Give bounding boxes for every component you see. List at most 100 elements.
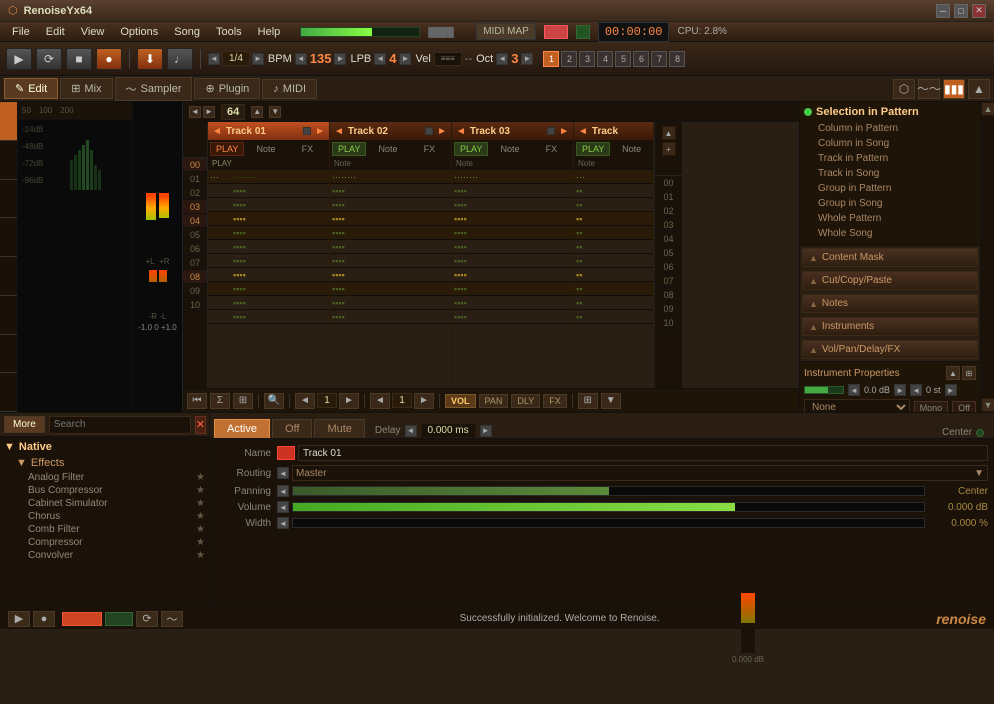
sel-track-song[interactable]: Track in Song <box>804 166 976 181</box>
sel-whole-pattern[interactable]: Whole Pattern <box>804 211 976 226</box>
pan-dec-btn[interactable]: ◄ <box>277 485 289 497</box>
instr-scale-dropdown[interactable]: None <box>804 399 910 412</box>
plugin-search-close[interactable]: ✕ <box>195 416 206 434</box>
track-03-cell-0[interactable]: ········ <box>452 170 573 184</box>
minimize-button[interactable]: ─ <box>936 4 950 18</box>
pat-8[interactable]: 8 <box>669 51 685 67</box>
menu-file[interactable]: File <box>4 24 38 40</box>
vol-dec-btn[interactable]: ◄ <box>277 501 289 513</box>
instruments-header[interactable]: ▲ Instruments <box>803 318 977 335</box>
track-04-cell-1[interactable]: ▪▪ <box>574 184 653 198</box>
cut-copy-paste-header[interactable]: ▲ Cut/Copy/Paste <box>803 272 977 289</box>
tab-plugin[interactable]: ⊕ Plugin <box>194 78 260 99</box>
track-02-cell-4[interactable]: ▪▪▪▪ <box>330 226 451 240</box>
track-01-cell-3[interactable]: ▪▪▪▪ <box>208 212 329 226</box>
pat-7[interactable]: 7 <box>651 51 667 67</box>
pat-2[interactable]: 2 <box>561 51 577 67</box>
right-scroll-up[interactable]: ▲ <box>662 126 676 140</box>
track-02-cell-10[interactable]: ▪▪▪▪ <box>330 310 451 324</box>
track-01-cell-8[interactable]: ▪▪▪▪ <box>208 282 329 296</box>
instr-mono-toggle[interactable]: Mono <box>914 401 949 413</box>
width-slider[interactable] <box>292 518 925 528</box>
piano-key-orange[interactable] <box>0 102 17 141</box>
track-03-cell-5[interactable]: ▪▪▪▪ <box>452 240 573 254</box>
piano-key-4[interactable] <box>0 257 17 296</box>
track-02-mini-btn[interactable] <box>425 127 433 135</box>
menu-help[interactable]: Help <box>250 24 289 40</box>
track-02-cell-0[interactable]: ········ <box>330 170 451 184</box>
scroll-bottom-btn[interactable]: ▼ <box>981 398 994 412</box>
pat-3[interactable]: 3 <box>579 51 595 67</box>
track-01-cell-1[interactable]: ▪▪▪▪ <box>208 184 329 198</box>
track-03-cell-2[interactable]: ▪▪▪▪ <box>452 198 573 212</box>
track-03-cell-3[interactable]: ▪▪▪▪ <box>452 212 573 226</box>
track-02-cell-5[interactable]: ▪▪▪▪ <box>330 240 451 254</box>
track-01-arrow-r[interactable]: ► <box>315 126 325 137</box>
tab-midi[interactable]: ♪ MIDI <box>262 79 317 99</box>
instr-off-toggle[interactable]: Off <box>952 401 976 413</box>
track-01-cell-2[interactable]: ▪▪▪▪ <box>208 198 329 212</box>
track-03-cell-6[interactable]: ▪▪▪▪ <box>452 254 573 268</box>
track-name-input[interactable] <box>298 445 988 461</box>
bt-wave[interactable]: 〜 <box>161 611 183 627</box>
track-02-cell-1[interactable]: ▪▪▪▪ <box>330 184 451 198</box>
track-03-cell-7[interactable]: ▪▪▪▪ <box>452 268 573 282</box>
track-tab-active[interactable]: Active <box>214 419 270 438</box>
track-03-mini-btn[interactable] <box>547 127 555 135</box>
tree-cabinet-sim-star[interactable]: ★ <box>196 498 205 509</box>
fx-button[interactable]: FX <box>543 394 567 408</box>
track-02-play[interactable]: PLAY <box>332 142 366 156</box>
tree-bus-compressor[interactable]: Bus Compressor ★ <box>4 484 205 497</box>
track-color-box[interactable] <box>277 446 295 460</box>
vol-button[interactable]: VOL <box>445 394 476 408</box>
tree-compressor[interactable]: Compressor ★ <box>4 536 205 549</box>
track-03-cell-1[interactable]: ▪▪▪▪ <box>452 184 573 198</box>
track-01-cell-10[interactable]: ▪▪▪▪ <box>208 310 329 324</box>
piano-key-5[interactable] <box>0 296 17 335</box>
track-01-cell-0[interactable]: ··· ········ <box>208 170 329 184</box>
track-02-cell-7[interactable]: ▪▪▪▪ <box>330 268 451 282</box>
routing-dropdown[interactable]: Master ▼ <box>292 465 988 481</box>
instr-st-dec[interactable]: ◄ <box>910 384 922 396</box>
pc-next[interactable]: ► <box>339 393 359 409</box>
content-mask-header[interactable]: ▲ Content Mask <box>803 249 977 266</box>
pan-slider[interactable] <box>292 486 925 496</box>
tab-mix[interactable]: ⊞ Mix <box>60 78 112 99</box>
track-tab-off[interactable]: Off <box>272 419 312 438</box>
track-01-cell-4[interactable]: ▪▪▪▪ <box>208 226 329 240</box>
track-04-cell-3[interactable]: ▪▪ <box>574 212 653 226</box>
track-01-play[interactable]: PLAY <box>210 142 244 156</box>
track-02-arrow-r[interactable]: ► <box>437 126 447 137</box>
instr-st-inc[interactable]: ► <box>945 384 957 396</box>
scroll-track-right[interactable] <box>981 116 994 398</box>
pc-collapse[interactable]: ▼ <box>601 393 621 409</box>
sel-whole-song[interactable]: Whole Song <box>804 226 976 241</box>
track-01-cell-6[interactable]: ▪▪▪▪ <box>208 254 329 268</box>
bpm-dec[interactable]: ◄ <box>295 53 307 65</box>
vol-slider[interactable] <box>292 502 925 512</box>
nav-left[interactable]: ◄ <box>208 53 220 65</box>
pc-btn-1[interactable]: ⏮ <box>187 393 207 409</box>
menu-edit[interactable]: Edit <box>38 24 73 40</box>
track-04-cell-2[interactable]: ▪▪ <box>574 198 653 212</box>
track-01-arrow[interactable]: ◄ <box>212 126 222 137</box>
delay-dec[interactable]: ◄ <box>405 425 417 437</box>
menu-song[interactable]: Song <box>166 24 208 40</box>
track-02-cell-6[interactable]: ▪▪▪▪ <box>330 254 451 268</box>
tree-bus-compressor-star[interactable]: ★ <box>196 485 205 496</box>
oct-inc[interactable]: ► <box>521 53 533 65</box>
scroll-down-btn[interactable]: ▼ <box>269 106 281 118</box>
tree-cabinet-sim[interactable]: Cabinet Simulator ★ <box>4 497 205 510</box>
track-03-arrow[interactable]: ◄ <box>456 126 466 137</box>
track-01-cell-9[interactable]: ▪▪▪▪ <box>208 296 329 310</box>
sel-track-pattern[interactable]: Track in Pattern <box>804 151 976 166</box>
track-02-cell-2[interactable]: ▪▪▪▪ <box>330 198 451 212</box>
lpb-inc[interactable]: ► <box>399 53 411 65</box>
nav-right[interactable]: ► <box>252 53 264 65</box>
instr-props-collapse[interactable]: ▲ <box>946 366 960 380</box>
tree-convolver[interactable]: Convolver ★ <box>4 549 205 562</box>
track-01-mini-btn[interactable] <box>303 127 311 135</box>
metronome-button[interactable]: ♩ <box>167 48 193 70</box>
track-03-arrow-r[interactable]: ► <box>559 126 569 137</box>
track-02-cell-8[interactable]: ▪▪▪▪ <box>330 282 451 296</box>
